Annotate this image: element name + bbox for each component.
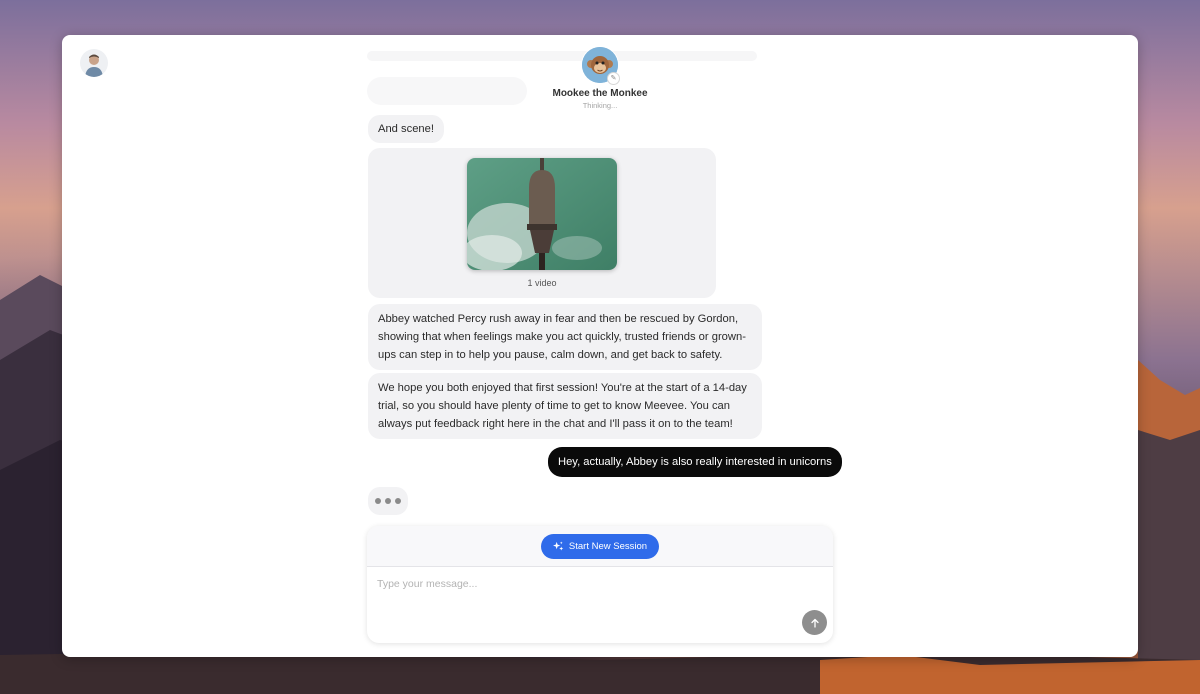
bot-message: And scene! bbox=[368, 115, 444, 143]
bot-message: Abbey watched Percy rush away in fear an… bbox=[368, 304, 762, 370]
bot-status: Thinking... bbox=[582, 101, 618, 110]
typing-dot bbox=[385, 498, 391, 504]
video-message: 1 video bbox=[368, 148, 716, 298]
user-message: Hey, actually, Abbey is also really inte… bbox=[548, 447, 842, 477]
message-text: Abbey watched Percy rush away in fear an… bbox=[378, 313, 746, 361]
start-new-session-button[interactable]: Start New Session bbox=[540, 533, 660, 559]
arrow-up-icon bbox=[810, 618, 819, 628]
video-caption: 1 video bbox=[527, 278, 557, 288]
bot-name: Mookee the Monkee bbox=[552, 88, 648, 99]
video-thumbnail[interactable] bbox=[467, 158, 617, 270]
message-input[interactable] bbox=[377, 578, 797, 590]
chat-window: ✎ Mookee the Monkee Thinking... And scen… bbox=[62, 35, 1138, 657]
message-text: Hey, actually, Abbey is also really inte… bbox=[558, 456, 832, 468]
typing-dot bbox=[375, 498, 381, 504]
message-composer: Start New Session bbox=[367, 526, 833, 643]
typing-dot bbox=[395, 498, 401, 504]
typing-indicator bbox=[368, 487, 408, 515]
message-text: We hope you both enjoyed that first sess… bbox=[378, 382, 747, 430]
send-button[interactable] bbox=[802, 610, 827, 635]
chat-header: ✎ Mookee the Monkee Thinking... bbox=[62, 47, 1138, 110]
video-frame bbox=[467, 158, 617, 270]
sparkles-icon bbox=[552, 540, 564, 551]
bot-avatar[interactable]: ✎ bbox=[582, 47, 620, 85]
edit-badge-icon[interactable]: ✎ bbox=[607, 72, 620, 85]
bot-message: We hope you both enjoyed that first sess… bbox=[368, 373, 762, 439]
message-text: And scene! bbox=[378, 123, 434, 135]
composer-toolbar: Start New Session bbox=[367, 526, 833, 567]
start-new-session-label: Start New Session bbox=[568, 540, 648, 552]
